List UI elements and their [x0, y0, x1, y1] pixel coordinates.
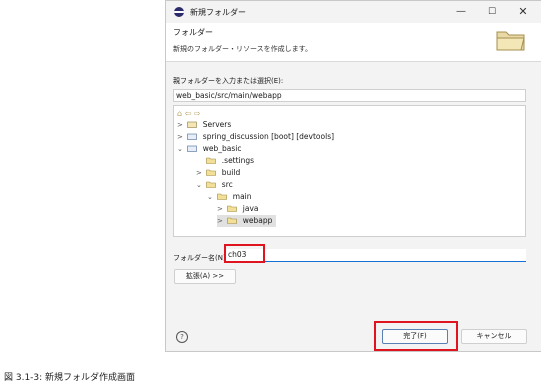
chevron-right-icon[interactable]: > [177, 119, 185, 131]
wizard-header: フォルダー 新規のフォルダー・リソースを作成します。 [166, 23, 541, 62]
close-button[interactable]: ✕ [510, 4, 536, 20]
window-title: 新規フォルダー [190, 8, 246, 17]
chevron-down-icon[interactable]: ⌄ [177, 143, 185, 155]
folder-icon [496, 31, 525, 51]
chevron-right-icon[interactable]: > [217, 215, 225, 227]
folder-tree: ⌂ ⇦ ⇨ > Servers > spring_discussion [boo… [173, 105, 526, 237]
tree-item-web-basic[interactable]: ⌄ web_basic [177, 143, 242, 155]
figure-caption: 図 3.1-3: 新規フォルダ作成画面 [4, 373, 136, 383]
chevron-right-icon[interactable]: > [196, 167, 204, 179]
tree-item-src[interactable]: ⌄ src [196, 179, 233, 191]
folder-icon [217, 193, 228, 200]
folder-icon [227, 217, 238, 224]
tree-item-build[interactable]: > build [196, 167, 240, 179]
tree-item-webapp[interactable]: > webapp [217, 215, 277, 227]
title-bar: 新規フォルダー — ☐ ✕ [166, 1, 541, 23]
cancel-button[interactable]: キャンセル [461, 329, 527, 344]
maximize-button[interactable]: ☐ [479, 4, 505, 20]
folder-name-input[interactable]: ch03 [226, 249, 526, 262]
eclipse-icon [174, 7, 184, 17]
minimize-button[interactable]: — [448, 4, 474, 20]
folder-icon [206, 169, 217, 176]
project-icon [187, 145, 198, 152]
tree-item-main[interactable]: ⌄ main [207, 191, 252, 203]
parent-folder-input[interactable]: web_basic/src/main/webapp [173, 89, 526, 102]
chevron-down-icon[interactable]: ⌄ [196, 179, 204, 191]
tree-item-java[interactable]: > java [217, 203, 259, 215]
project-icon [187, 133, 198, 140]
new-folder-dialog: 新規フォルダー — ☐ ✕ フォルダー 新規のフォルダー・リソースを作成します。… [165, 0, 541, 352]
tree-item-settings[interactable]: .settings [196, 155, 254, 167]
folder-icon [227, 205, 238, 212]
tree-navigation-icons[interactable]: ⌂ ⇦ ⇨ [177, 109, 201, 118]
project-icon [187, 121, 198, 128]
advanced-button[interactable]: 拡張(A) >> [174, 269, 236, 284]
header-subtitle: 新規のフォルダー・リソースを作成します。 [173, 45, 312, 53]
header-title: フォルダー [173, 28, 213, 37]
folder-icon [206, 157, 217, 164]
highlight-box [224, 244, 265, 263]
help-icon[interactable]: ? [176, 331, 188, 343]
chevron-right-icon[interactable]: > [177, 131, 185, 143]
tree-item-spring-discussion[interactable]: > spring_discussion [boot] [devtools] [177, 131, 334, 143]
parent-folder-label: 親フォルダーを入力または選択(E): [173, 77, 284, 85]
tree-item-servers[interactable]: > Servers [177, 119, 231, 131]
folder-name-label: フォルダー名(N): [173, 254, 229, 262]
highlight-box [374, 321, 458, 351]
chevron-down-icon[interactable]: ⌄ [207, 191, 215, 203]
chevron-right-icon[interactable]: > [217, 203, 225, 215]
folder-icon [206, 181, 217, 188]
